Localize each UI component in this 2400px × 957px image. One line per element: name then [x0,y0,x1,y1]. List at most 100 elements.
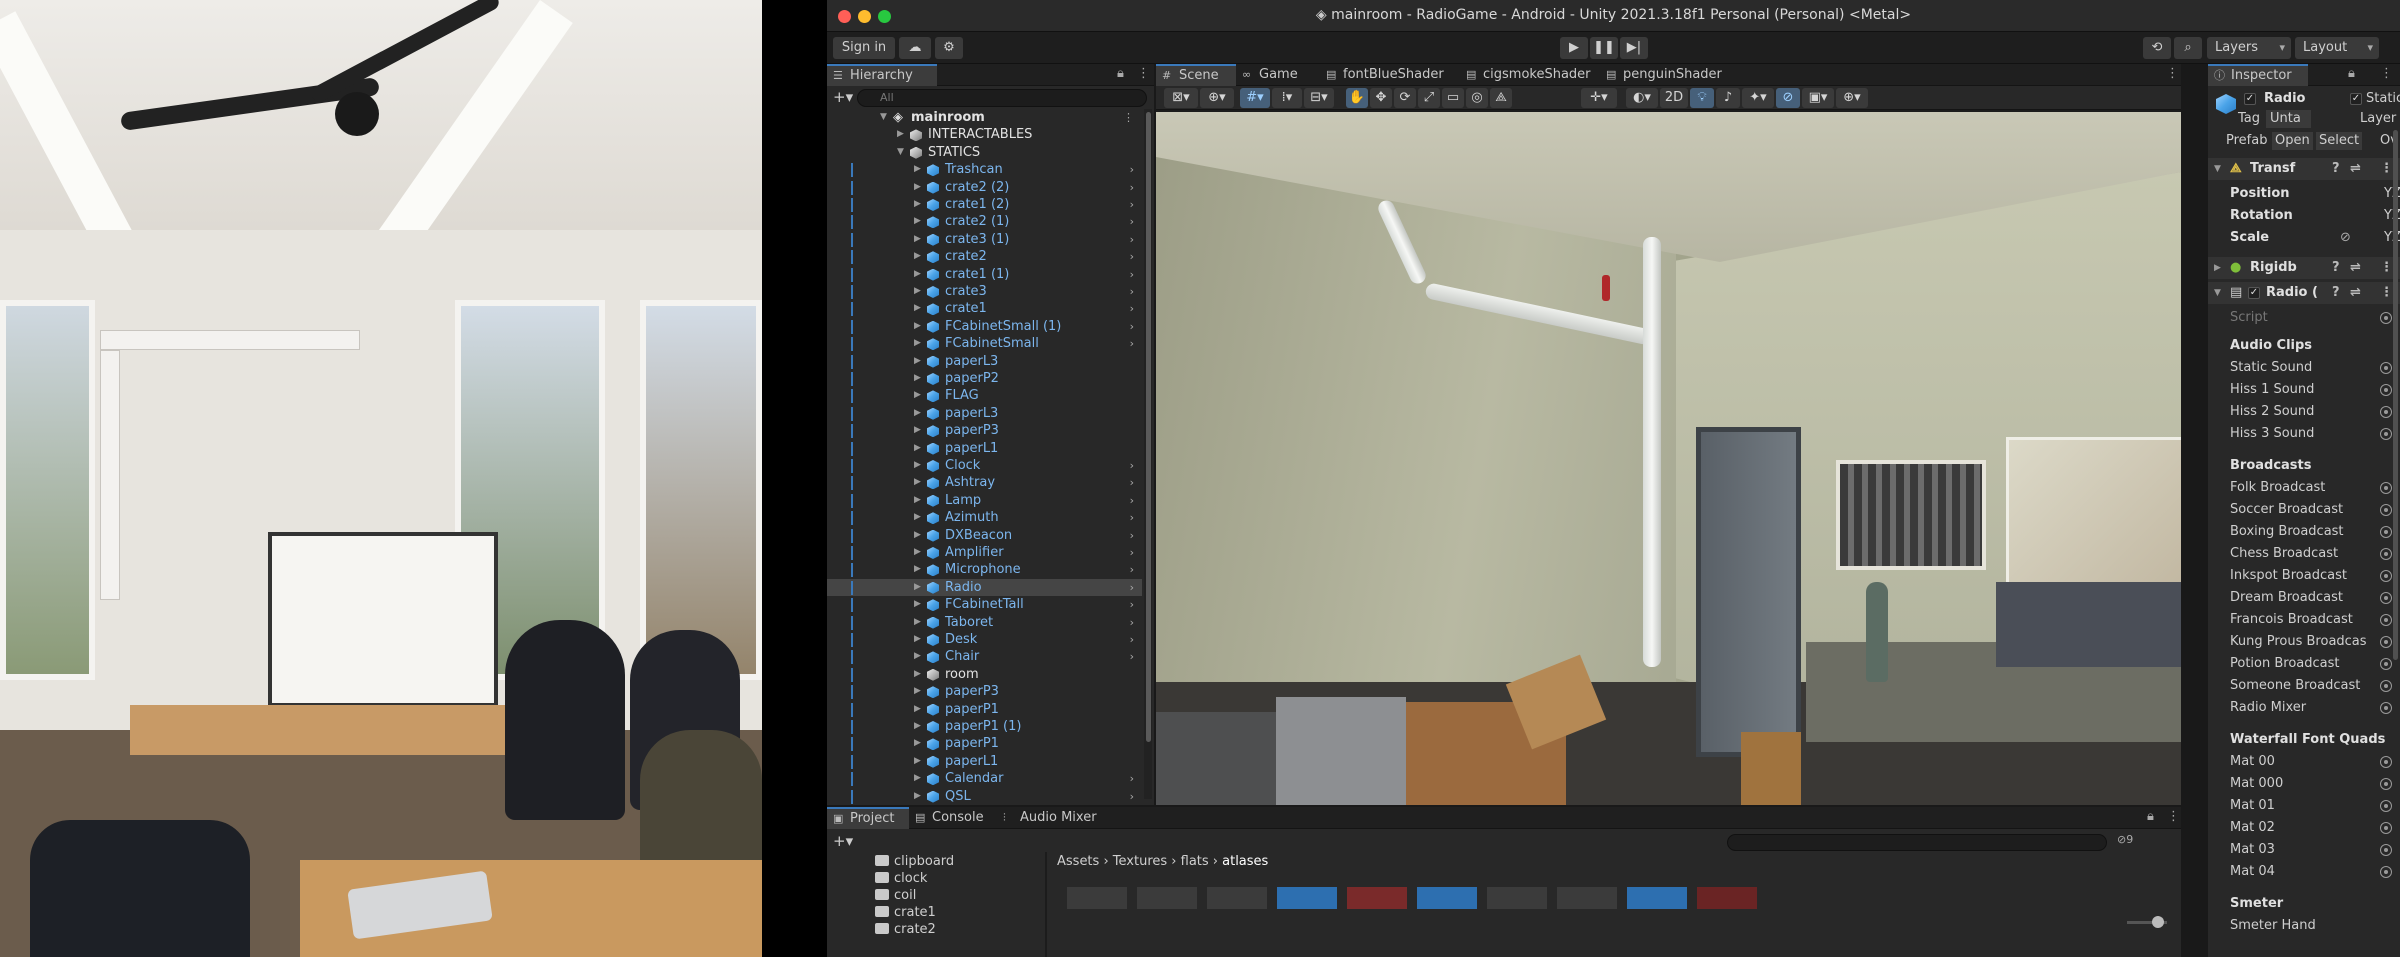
font-quad-field[interactable]: Mat 02 [2208,817,2400,839]
hidden-packages-icon[interactable]: ⊘9 [2117,833,2133,846]
chevron-right-icon[interactable]: ▶ [914,735,921,752]
chevron-down-icon[interactable]: ▼ [2214,158,2221,180]
object-picker-icon[interactable] [2380,636,2392,648]
object-picker-icon[interactable] [2380,526,2392,538]
chevron-right-icon[interactable]: ▶ [914,701,921,718]
hierarchy-row[interactable]: ▼ STATICS [827,144,1142,161]
asset-thumbnail[interactable] [1627,887,1687,909]
tab-audio-mixer[interactable]: ⫶ Audio Mixer [997,807,1107,829]
chevron-right-icon[interactable]: › [1130,213,1134,230]
effects-icon[interactable]: ✦▾ [1742,88,1774,108]
chevron-right-icon[interactable]: ▶ [914,370,921,387]
hierarchy-row[interactable]: ▶ paperL1 [827,440,1142,457]
layout-dropdown[interactable]: Layout [2295,37,2379,59]
folder-item[interactable]: clock [875,870,927,887]
hierarchy-search-input[interactable]: All [857,89,1147,107]
folder-item[interactable]: crate1 [875,904,936,921]
broadcast-field[interactable]: Francois Broadcast [2208,609,2400,631]
hierarchy-row[interactable]: ▶ paperP1 (1) [827,718,1142,735]
tab-fontblueshader[interactable]: ▤ fontBlueShader [1320,64,1460,86]
gizmos-icon[interactable]: ⊕▾ [1836,88,1868,108]
chevron-right-icon[interactable]: ▶ [914,492,921,509]
asset-thumbnail[interactable] [1207,887,1267,909]
step-button[interactable]: ▶| [1620,37,1648,59]
more-menu-icon[interactable]: ⋮ [2167,809,2180,824]
tab-console[interactable]: ▤ Console [909,807,997,829]
hidden-objects-icon[interactable]: ⊘ [1776,88,1800,108]
component-menu-icon[interactable]: ⋮ [2380,257,2393,279]
object-picker-icon[interactable] [2380,844,2392,856]
more-menu-icon[interactable]: ⋮ [1137,66,1150,81]
chevron-right-icon[interactable]: ▶ [914,648,921,665]
chevron-right-icon[interactable]: ▶ [914,788,921,805]
hierarchy-row[interactable]: ▶ crate1 (1) › [827,266,1142,283]
font-quad-field[interactable]: Mat 03 [2208,839,2400,861]
hierarchy-row[interactable]: ▶ FCabinetSmall › [827,335,1142,352]
hierarchy-row[interactable]: ▶ FCabinetTall › [827,596,1142,613]
pause-button[interactable]: ❚❚ [1590,37,1618,59]
broadcast-field[interactable]: Folk Broadcast [2208,477,2400,499]
scene-viewport[interactable] [1156,112,2181,805]
grid-snap-icon[interactable]: #▾ [1240,88,1270,108]
custom-tool-icon[interactable]: ⟁ [1490,88,1512,108]
hierarchy-row[interactable]: ▶ Azimuth › [827,509,1142,526]
folder-item[interactable]: crate2 [875,921,936,938]
chevron-right-icon[interactable]: ▶ [914,179,921,196]
chevron-right-icon[interactable]: ▶ [914,283,921,300]
thumbnail-size-slider-knob[interactable] [2152,916,2164,928]
chevron-right-icon[interactable]: ▶ [914,231,921,248]
chevron-right-icon[interactable]: ▶ [914,196,921,213]
lighting-icon[interactable]: 💡︎ [1690,88,1714,108]
hierarchy-row[interactable]: ▶ room [827,666,1142,683]
transform-component-header[interactable]: ▼ ⟁ Transf? ⇌ ⋮ [2208,158,2400,180]
object-name-field[interactable]: Radio [2264,88,2305,110]
chevron-right-icon[interactable]: › [1130,179,1134,196]
object-picker-icon[interactable] [2380,362,2392,374]
chevron-right-icon[interactable]: ▶ [914,666,921,683]
hierarchy-row[interactable]: ▶ paperL1 [827,753,1142,770]
lock-icon[interactable]: 🔒︎ [1117,66,1124,81]
more-menu-icon[interactable]: ⋮ [2380,66,2393,81]
hierarchy-row[interactable]: ▶ crate3 › [827,283,1142,300]
tab-project[interactable]: ▣ Project [827,807,909,829]
chevron-right-icon[interactable]: › [1130,196,1134,213]
asset-thumbnail[interactable] [1697,887,1757,909]
chevron-down-icon[interactable]: ▼ [880,109,887,126]
object-picker-icon[interactable] [2380,756,2392,768]
asset-thumbnail[interactable] [1067,887,1127,909]
layers-dropdown[interactable]: Layers [2207,37,2291,59]
chevron-right-icon[interactable]: ▶ [914,561,921,578]
chevron-right-icon[interactable]: ▶ [914,544,921,561]
cloud-icon[interactable]: ☁ [899,37,931,59]
audio-clip-field[interactable]: Hiss 2 Sound [2208,401,2400,423]
chevron-right-icon[interactable]: ▶ [914,161,921,178]
chevron-right-icon[interactable]: ▶ [914,213,921,230]
breadcrumb-item[interactable]: Assets [1057,854,1099,869]
chevron-right-icon[interactable]: ▶ [914,614,921,631]
hierarchy-row[interactable]: ▶ crate3 (1) › [827,231,1142,248]
hierarchy-row[interactable]: ▶ Clock › [827,457,1142,474]
help-icon[interactable]: ? [2332,257,2340,279]
hierarchy-row[interactable]: ▶ DXBeacon › [827,527,1142,544]
chevron-right-icon[interactable]: › [1130,231,1134,248]
link-icon[interactable]: ⊘ [2340,227,2351,249]
asset-thumbnail[interactable] [1487,887,1547,909]
component-menu-icon[interactable]: ⋮ [2380,158,2393,180]
shading-mode-icon[interactable]: ◐▾ [1626,88,1658,108]
asset-thumbnail[interactable] [1137,887,1197,909]
hierarchy-row[interactable]: ▶ Trashcan › [827,161,1142,178]
chevron-right-icon[interactable]: ▶ [914,266,921,283]
global-icon[interactable]: ⊕▾ [1200,88,1234,108]
chevron-right-icon[interactable]: › [1130,318,1134,335]
object-picker-icon[interactable] [2380,592,2392,604]
chevron-right-icon[interactable]: › [1130,266,1134,283]
object-picker-icon[interactable] [2380,702,2392,714]
hierarchy-row[interactable]: ▶ paperL3 [827,353,1142,370]
chevron-right-icon[interactable]: ▶ [897,126,904,143]
asset-thumbnail[interactable] [1417,887,1477,909]
chevron-right-icon[interactable]: ▶ [914,579,921,596]
tab-scene[interactable]: # Scene [1156,64,1236,86]
chevron-right-icon[interactable]: › [1130,300,1134,317]
object-picker-icon[interactable] [2380,800,2392,812]
add-object-button[interactable]: +▾ [833,88,853,106]
